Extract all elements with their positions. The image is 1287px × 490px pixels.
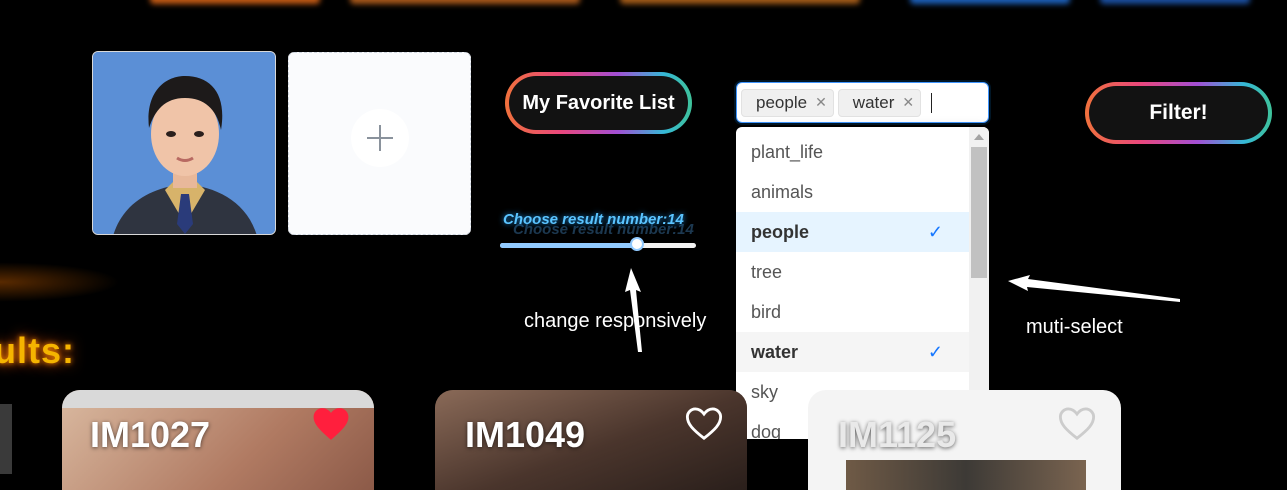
result-card-partial[interactable] <box>0 404 12 474</box>
result-card[interactable]: IM1049 <box>435 390 747 490</box>
result-card[interactable]: IM1125 <box>808 390 1121 490</box>
arrow-left-icon <box>1008 275 1180 302</box>
card-id: IM1049 <box>465 414 586 455</box>
result-card[interactable]: IM1027 <box>62 390 374 490</box>
card-id: IM1027 <box>90 414 211 455</box>
card-image <box>846 460 1086 490</box>
slider-annotation: change responsively <box>524 310 707 332</box>
heart-outline-icon[interactable] <box>685 406 723 442</box>
heart-outline-icon[interactable] <box>1058 406 1096 442</box>
select-annotation: muti-select <box>1026 316 1123 338</box>
card-id: IM1125 <box>838 414 957 455</box>
heart-filled-icon[interactable] <box>312 406 350 442</box>
